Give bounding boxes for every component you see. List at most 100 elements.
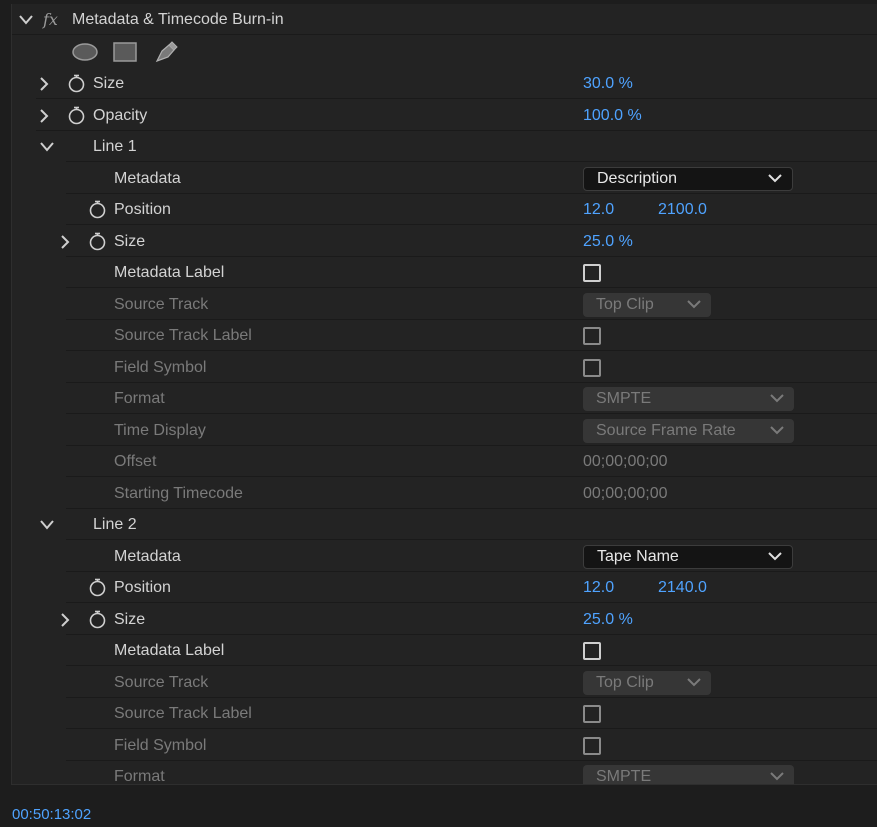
line1-starting-timecode-row: Starting Timecode 00;00;00;00 xyxy=(12,478,877,509)
metadata-label-checkbox[interactable] xyxy=(583,642,601,660)
line1-position-row: Position 12.0 2100.0 xyxy=(12,194,877,225)
stopwatch-icon[interactable] xyxy=(88,610,107,629)
metadata-label: Metadata xyxy=(114,170,181,187)
position-y-value[interactable]: 2100.0 xyxy=(658,194,707,225)
source-track-label: Source Track xyxy=(114,674,209,691)
opacity-row: Opacity 100.0 % xyxy=(12,100,877,131)
time-display-label: Time Display xyxy=(114,422,206,439)
line2-field-symbol-row: Field Symbol xyxy=(12,730,877,761)
metadata-dropdown[interactable]: Tape Name xyxy=(583,545,793,569)
metadata-label-label: Metadata Label xyxy=(114,264,225,281)
offset-value[interactable]: 00;00;00;00 xyxy=(583,446,668,477)
chevron-down-icon xyxy=(770,422,784,440)
source-track-label: Source Track xyxy=(114,296,209,313)
stopwatch-icon[interactable] xyxy=(88,578,107,597)
offset-label: Offset xyxy=(114,453,157,470)
line2-position-row: Position 12.0 2140.0 xyxy=(12,572,877,603)
line1-source-track-label-row: Source Track Label xyxy=(12,320,877,351)
field-symbol-label: Field Symbol xyxy=(114,359,207,376)
metadata-label-checkbox[interactable] xyxy=(583,264,601,282)
time-display-dropdown[interactable]: Source Frame Rate xyxy=(583,419,794,443)
current-time-display[interactable]: 00:50:13:02 xyxy=(12,806,91,823)
source-track-dropdown[interactable]: Top Clip xyxy=(583,293,711,317)
opacity-value[interactable]: 100.0 % xyxy=(583,100,642,131)
chevron-right-icon[interactable] xyxy=(57,226,73,257)
time-display-dropdown-value: Source Frame Rate xyxy=(596,422,736,439)
line1-label: Line 1 xyxy=(93,138,137,155)
source-track-label-checkbox[interactable] xyxy=(583,705,601,723)
line2-metadata-row: Metadata Tape Name xyxy=(12,541,877,572)
chevron-down-icon[interactable] xyxy=(39,131,55,162)
starting-timecode-value[interactable]: 00;00;00;00 xyxy=(583,478,668,509)
position-label: Position xyxy=(114,201,171,218)
line1-field-symbol-row: Field Symbol xyxy=(12,352,877,383)
line2-header-row[interactable]: Line 2 xyxy=(12,509,877,540)
line2-format-row: Format SMPTE xyxy=(12,761,877,785)
chevron-down-icon xyxy=(770,768,784,784)
size-label: Size xyxy=(114,611,146,628)
field-symbol-checkbox[interactable] xyxy=(583,359,601,377)
position-x-value[interactable]: 12.0 xyxy=(583,194,614,225)
position-label: Position xyxy=(114,579,171,596)
format-dropdown[interactable]: SMPTE xyxy=(583,387,794,411)
line1-format-row: Format SMPTE xyxy=(12,383,877,414)
position-y-value[interactable]: 2140.0 xyxy=(658,572,707,603)
source-track-label-label: Source Track Label xyxy=(114,705,252,722)
chevron-down-icon xyxy=(687,674,701,692)
chevron-down-icon xyxy=(768,548,782,566)
line2-size-row: Size 25.0 % xyxy=(12,604,877,635)
rectangle-mask-icon[interactable] xyxy=(113,42,137,67)
line1-metadata-label-row: Metadata Label xyxy=(12,257,877,288)
opacity-label: Opacity xyxy=(93,107,148,124)
source-track-dropdown-value: Top Clip xyxy=(596,674,654,691)
stopwatch-icon[interactable] xyxy=(88,232,107,251)
source-track-label-label: Source Track Label xyxy=(114,327,252,344)
metadata-label: Metadata xyxy=(114,548,181,565)
stopwatch-icon[interactable] xyxy=(88,200,107,219)
format-label: Format xyxy=(114,390,165,407)
metadata-label-label: Metadata Label xyxy=(114,642,225,659)
ellipse-mask-icon[interactable] xyxy=(72,43,98,66)
line2-source-track-label-row: Source Track Label xyxy=(12,698,877,729)
metadata-dropdown[interactable]: Description xyxy=(583,167,793,191)
format-dropdown-value: SMPTE xyxy=(596,768,652,785)
stopwatch-icon[interactable] xyxy=(67,106,86,125)
source-track-label-checkbox[interactable] xyxy=(583,327,601,345)
size-value[interactable]: 25.0 % xyxy=(583,604,633,635)
effect-header-row[interactable]: fx Metadata & Timecode Burn-in xyxy=(12,4,877,35)
size-row: Size 30.0 % xyxy=(12,68,877,99)
line1-offset-row: Offset 00;00;00;00 xyxy=(12,446,877,477)
source-track-dropdown-value: Top Clip xyxy=(596,296,654,313)
effect-controls-panel: fx Metadata & Timecode Burn-in Size 30.0… xyxy=(11,4,877,785)
chevron-down-icon[interactable] xyxy=(39,509,55,540)
pen-mask-icon[interactable] xyxy=(154,41,178,68)
mask-tools-row xyxy=(12,36,877,67)
size-label: Size xyxy=(93,75,125,92)
line1-size-row: Size 25.0 % xyxy=(12,226,877,257)
starting-timecode-label: Starting Timecode xyxy=(114,485,243,502)
chevron-right-icon[interactable] xyxy=(57,604,73,635)
line2-metadata-label-row: Metadata Label xyxy=(12,635,877,666)
chevron-right-icon[interactable] xyxy=(36,68,52,99)
chevron-down-icon xyxy=(770,390,784,408)
stopwatch-icon[interactable] xyxy=(67,74,86,93)
size-value[interactable]: 30.0 % xyxy=(583,68,633,99)
source-track-dropdown[interactable]: Top Clip xyxy=(583,671,711,695)
field-symbol-checkbox[interactable] xyxy=(583,737,601,755)
format-dropdown[interactable]: SMPTE xyxy=(583,765,794,785)
format-label: Format xyxy=(114,768,165,785)
fx-icon[interactable]: fx xyxy=(43,4,58,35)
metadata-dropdown-value: Tape Name xyxy=(597,548,679,565)
line1-time-display-row: Time Display Source Frame Rate xyxy=(12,415,877,446)
chevron-down-icon[interactable] xyxy=(18,4,34,35)
chevron-down-icon xyxy=(768,170,782,188)
line1-source-track-row: Source Track Top Clip xyxy=(12,289,877,320)
size-value[interactable]: 25.0 % xyxy=(583,226,633,257)
line2-source-track-row: Source Track Top Clip xyxy=(12,667,877,698)
line1-header-row[interactable]: Line 1 xyxy=(12,131,877,162)
effect-title: Metadata & Timecode Burn-in xyxy=(72,11,284,28)
line2-label: Line 2 xyxy=(93,516,137,533)
position-x-value[interactable]: 12.0 xyxy=(583,572,614,603)
chevron-right-icon[interactable] xyxy=(36,100,52,131)
metadata-dropdown-value: Description xyxy=(597,170,678,187)
